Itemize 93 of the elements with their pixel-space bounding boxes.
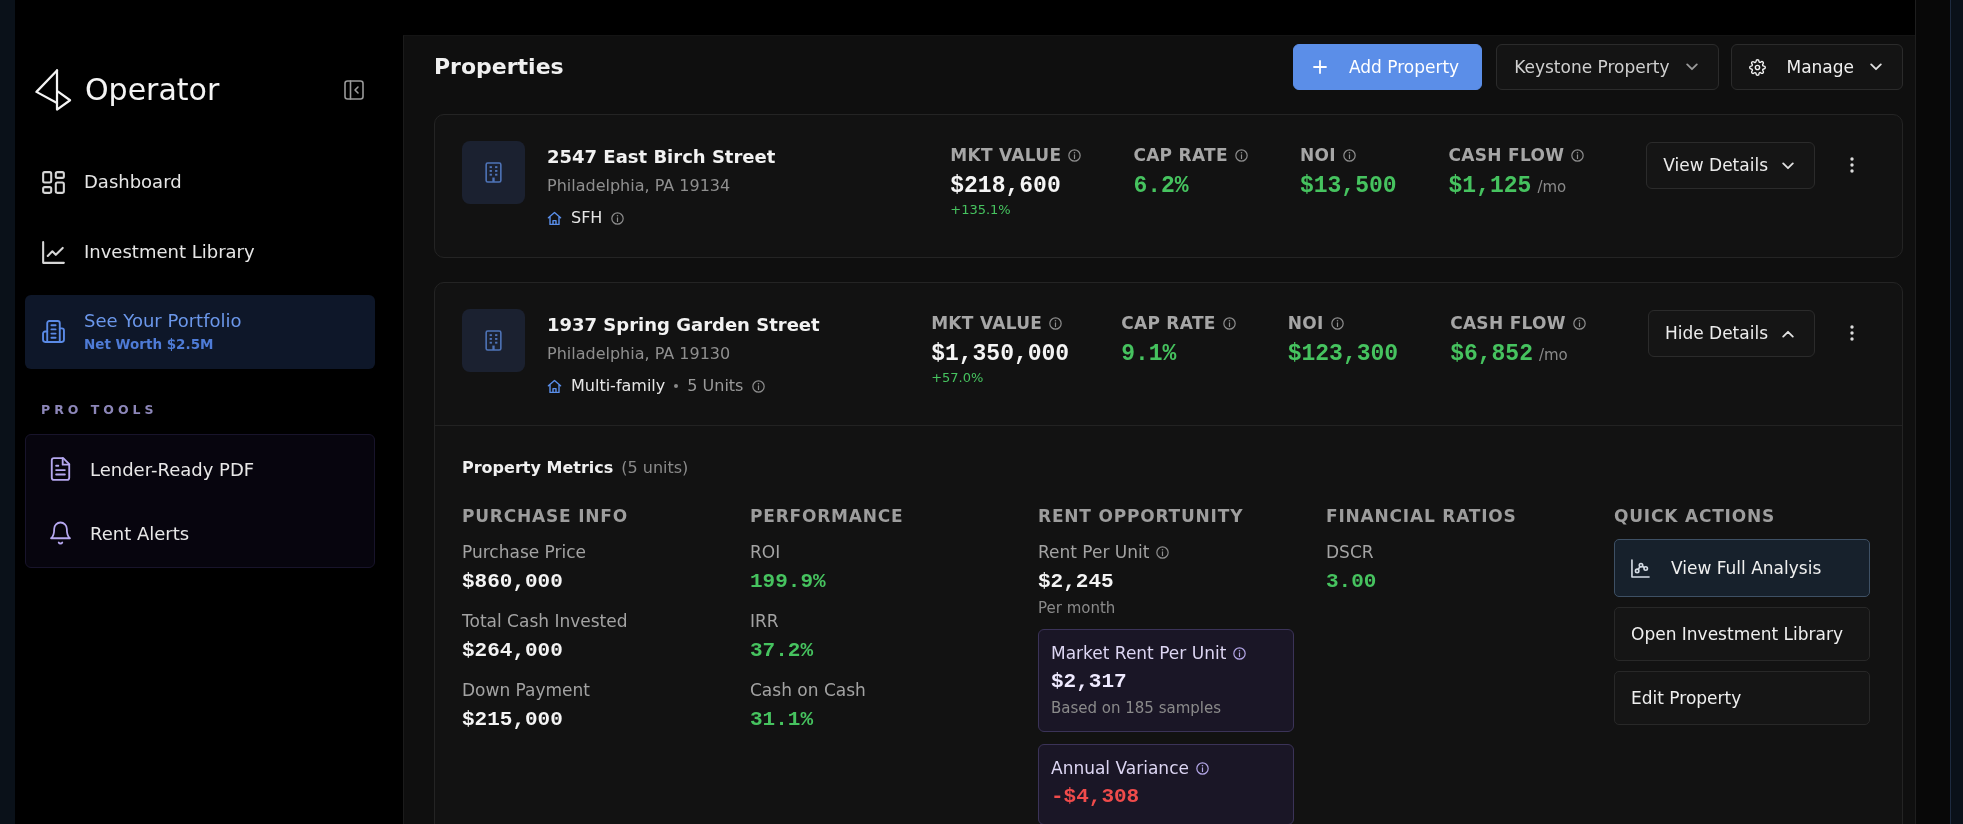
building-icon <box>42 320 65 343</box>
property-address: 2547 East Birch Street <box>547 145 776 169</box>
column-heading: PERFORMANCE <box>750 505 905 527</box>
metric-label: MKT VALUE <box>931 313 1043 333</box>
column-heading: PURCHASE INFO <box>462 505 629 527</box>
metric-label: Purchase Price <box>462 541 587 563</box>
metric-value: 3.00 <box>1326 569 1378 595</box>
metric-value: $1,350,000 <box>931 340 1070 369</box>
chart-icon <box>1631 558 1650 578</box>
manage-button[interactable]: Manage <box>1731 44 1903 90</box>
value-change: +135.1% <box>950 201 1012 219</box>
settings-icon <box>1749 58 1767 76</box>
separator-dot-icon <box>674 384 679 388</box>
building-icon <box>462 309 525 372</box>
metric-value: $13,500 <box>1299 172 1397 201</box>
unit-count: (5 units) <box>621 457 689 479</box>
metric-value: 199.9% <box>750 569 827 595</box>
sidebar-item[interactable]: See Your Portfolio Net Worth $2.5M <box>25 295 375 369</box>
metric-label: CAP RATE <box>1133 145 1228 165</box>
chevron-up-icon <box>1782 329 1794 338</box>
brand-name: Operator <box>85 75 220 105</box>
property-city: Philadelphia, PA 19134 <box>547 175 732 197</box>
chevron-down-icon <box>1870 63 1882 71</box>
column-heading: QUICK ACTIONS <box>1614 505 1777 527</box>
metric-value: $218,600 <box>950 172 1061 201</box>
column-heading: FINANCIAL RATIOS <box>1326 505 1518 527</box>
metric-label: Annual Variance <box>1051 757 1189 779</box>
metric-label: Rent Per Unit <box>1038 541 1150 563</box>
property-select[interactable]: Keystone Property <box>1496 44 1720 90</box>
metric-value: $2,317 <box>1051 669 1128 695</box>
more-options-icon[interactable] <box>1850 325 1854 341</box>
metric-value: $264,000 <box>462 638 564 664</box>
section-title: Property Metrics <box>462 457 614 479</box>
quick-action-button[interactable]: Edit Property <box>1614 671 1870 725</box>
property-address: 1937 Spring Garden Street <box>547 313 820 337</box>
metric-label: Down Payment <box>462 679 590 701</box>
section-heading: PRO TOOLS <box>41 402 159 418</box>
metric-label: ROI <box>750 541 781 563</box>
bell-icon <box>50 521 71 545</box>
sidebar-item[interactable]: Lender-Ready PDF <box>26 440 374 498</box>
sidebar-item[interactable]: Investment Library <box>25 225 375 279</box>
metric-value: $123,300 <box>1287 340 1399 369</box>
metric-value: $6,852 <box>1450 340 1533 369</box>
metric-label: MKT VALUE <box>950 145 1062 165</box>
more-options-icon[interactable] <box>1850 157 1854 173</box>
net-worth-text: Net Worth $2.5M <box>84 335 214 354</box>
metric-label: Total Cash Invested <box>462 610 628 632</box>
sidebar-item[interactable]: Rent Alerts <box>26 504 374 562</box>
metric-label: CASH FLOW <box>1450 313 1566 333</box>
metric-label: Cash on Cash <box>750 679 866 701</box>
plus-icon <box>1312 60 1327 74</box>
house-icon <box>547 210 562 226</box>
document-icon <box>50 457 71 481</box>
metric-value: 9.1% <box>1121 340 1177 369</box>
metric-value: $1,125 <box>1448 172 1532 201</box>
metric-value: 37.2% <box>750 638 814 664</box>
metric-note: Based on 185 samples <box>1051 698 1223 718</box>
metric-value: 6.2% <box>1133 172 1189 201</box>
details-toggle-button[interactable]: View Details <box>1646 142 1815 189</box>
unit-suffix: /mo <box>1537 177 1567 198</box>
column-heading: RENT OPPORTUNITY <box>1038 505 1245 527</box>
property-type: Multi-family <box>571 375 666 397</box>
details-toggle-button[interactable]: Hide Details <box>1647 310 1815 357</box>
line-chart-icon <box>42 240 65 264</box>
page-title: Properties <box>434 53 564 81</box>
metric-value: $860,000 <box>462 569 564 595</box>
metric-label: Market Rent Per Unit <box>1051 642 1227 664</box>
quick-action-button[interactable]: View Full Analysis <box>1614 539 1870 597</box>
quick-action-button[interactable]: Open Investment Library <box>1614 607 1870 661</box>
metric-label: CAP RATE <box>1121 313 1216 333</box>
dashboard-icon <box>42 170 65 194</box>
sidebar-collapse-icon[interactable] <box>344 80 364 100</box>
house-icon <box>547 378 562 394</box>
unit-suffix: /mo <box>1538 345 1568 366</box>
metric-value: $2,245 <box>1038 569 1115 595</box>
metric-label: NOI <box>1299 145 1336 165</box>
metric-value: 31.1% <box>750 707 814 733</box>
metric-label: NOI <box>1287 313 1324 333</box>
sidebar-item[interactable]: Dashboard <box>25 155 375 209</box>
metric-note: Per month <box>1038 598 1117 618</box>
unit-count: 5 Units <box>687 375 744 397</box>
metric-label: DSCR <box>1326 541 1374 563</box>
chevron-down-icon <box>1686 63 1699 71</box>
metric-label: CASH FLOW <box>1448 145 1565 165</box>
chevron-down-icon <box>1782 161 1794 170</box>
metric-label: IRR <box>750 610 779 632</box>
property-city: Philadelphia, PA 19130 <box>547 343 732 365</box>
logo-icon <box>35 69 72 111</box>
property-type: SFH <box>571 207 603 229</box>
value-change: +57.0% <box>931 369 985 387</box>
metric-value: $215,000 <box>462 707 564 733</box>
metric-value: -$4,308 <box>1051 784 1141 810</box>
building-icon <box>462 141 525 204</box>
